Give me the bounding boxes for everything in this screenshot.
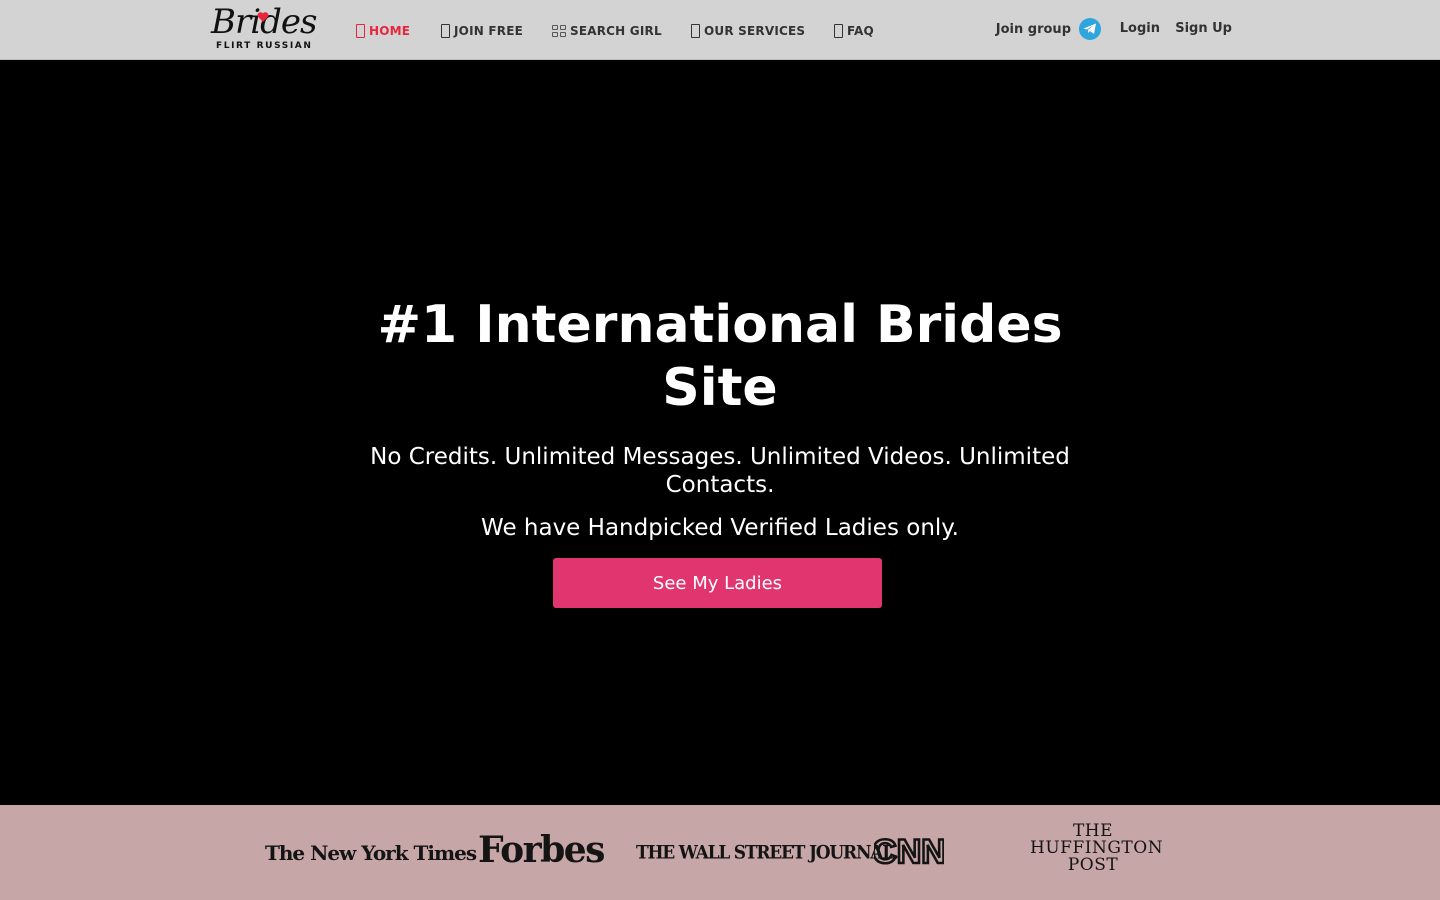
nav-search-girl-label: SEARCH GIRL xyxy=(570,24,662,38)
user-plus-icon xyxy=(441,24,450,38)
grid-icon xyxy=(552,25,566,37)
huffington-post-logo: THE HUFFINGTON POST xyxy=(1030,823,1163,875)
cnn-logo-text: CNN xyxy=(874,833,944,869)
hero-section: #1 International Brides Site No Credits.… xyxy=(0,60,1440,805)
telegram-icon xyxy=(1079,18,1101,40)
hero-verified-text: We have Handpicked Verified Ladies only. xyxy=(481,515,959,541)
see-my-ladies-button[interactable]: See My Ladies xyxy=(553,558,882,608)
join-group-label: Join group xyxy=(995,21,1071,37)
wsj-logo: THE WALL STREET JOURNAL. xyxy=(636,842,899,864)
join-group-link[interactable]: Join group xyxy=(996,18,1101,40)
nav-faq-label: FAQ xyxy=(847,24,874,38)
nav-our-services-label: OUR SERVICES xyxy=(704,24,806,38)
press-logos-bar: The New York Times Forbes THE WALL STREE… xyxy=(0,805,1440,900)
nav-home[interactable]: HOME xyxy=(356,22,410,40)
brand-logo[interactable]: Brides FLIRT RUSSIAN xyxy=(208,2,318,54)
forbes-logo: Forbes xyxy=(478,829,605,871)
login-link[interactable]: Login xyxy=(1120,21,1160,36)
nyt-logo: The New York Times xyxy=(265,841,477,865)
huff-line-3: POST xyxy=(1067,855,1119,875)
brand-tagline: FLIRT RUSSIAN xyxy=(216,41,313,51)
cnn-logo: CNN xyxy=(874,833,944,869)
home-icon xyxy=(356,24,365,38)
signup-link[interactable]: Sign Up xyxy=(1175,21,1232,36)
question-icon xyxy=(834,24,843,38)
nav-join-free-label: JOIN FREE xyxy=(454,24,523,38)
top-navbar: Brides FLIRT RUSSIAN HOME JOIN FREE SEAR… xyxy=(0,0,1440,60)
nav-our-services[interactable]: OUR SERVICES xyxy=(691,22,805,40)
nav-join-free[interactable]: JOIN FREE xyxy=(441,22,523,40)
nav-search-girl[interactable]: SEARCH GIRL xyxy=(552,22,662,40)
services-icon xyxy=(691,24,700,38)
nav-home-label: HOME xyxy=(369,24,411,38)
hero-subtitle: No Credits. Unlimited Messages. Unlimite… xyxy=(370,444,1070,498)
nav-faq[interactable]: FAQ xyxy=(834,22,874,40)
hero-title: #1 International Brides Site xyxy=(377,295,1063,418)
heart-icon xyxy=(257,12,269,22)
